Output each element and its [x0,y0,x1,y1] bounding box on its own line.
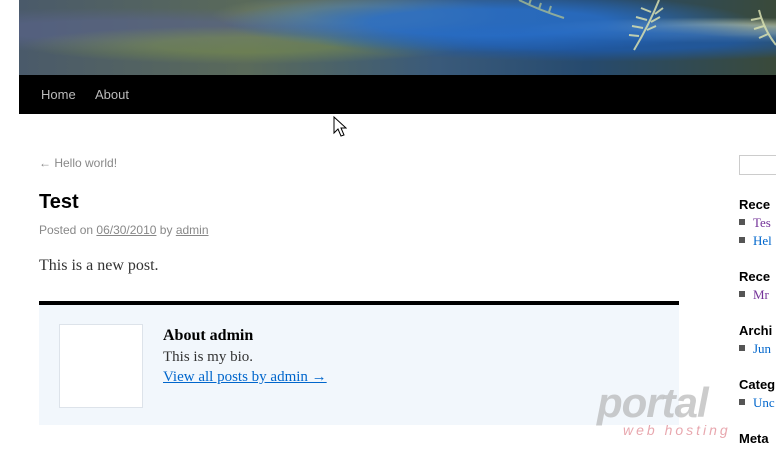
watermark-brand: portal [597,379,709,426]
previous-post-link[interactable]: ← Hello world! [39,156,117,170]
view-all-posts-link[interactable]: View all posts by admin → [163,369,327,386]
archive-item[interactable]: Jun [739,341,771,357]
nav-home[interactable]: Home [41,75,76,114]
main-navigation: Home About [19,75,776,114]
post-author-link[interactable]: admin [176,223,209,237]
widget-title-recent-posts: Rece [739,197,771,212]
author-avatar [59,324,143,408]
mouse-pointer-icon [333,116,347,137]
posted-on-label: Posted on [39,223,94,237]
widget-title-recent-comments: Rece [739,269,771,284]
author-info-box: About admin This is my bio. View all pos… [39,301,679,425]
bullet-icon [739,291,745,297]
watermark-tagline: web hosting [623,422,731,438]
recent-post-item[interactable]: Hel [739,233,772,249]
bullet-icon [739,237,745,243]
recent-comment-item[interactable]: Mr [739,287,769,303]
widget-title-archives: Archi [739,323,773,338]
search-input[interactable] [739,155,776,175]
bullet-icon [739,219,745,225]
post-date-link[interactable]: 06/30/2010 [96,223,156,237]
recent-post-item[interactable]: Tes [739,215,771,231]
post-content: This is a new post. [39,257,159,274]
author-bio: This is my bio. [163,349,254,365]
header-banner-image [19,0,776,75]
portal-watermark-logo: portal web hosting [597,382,747,442]
bullet-icon [739,345,745,351]
by-label: by [159,223,173,237]
fern-foliage-graphic [518,0,776,51]
nav-about[interactable]: About [95,75,129,114]
post-title: Test [39,191,79,213]
author-heading: About admin [163,327,254,344]
post-meta: Posted on 06/30/2010 by admin [39,223,209,237]
